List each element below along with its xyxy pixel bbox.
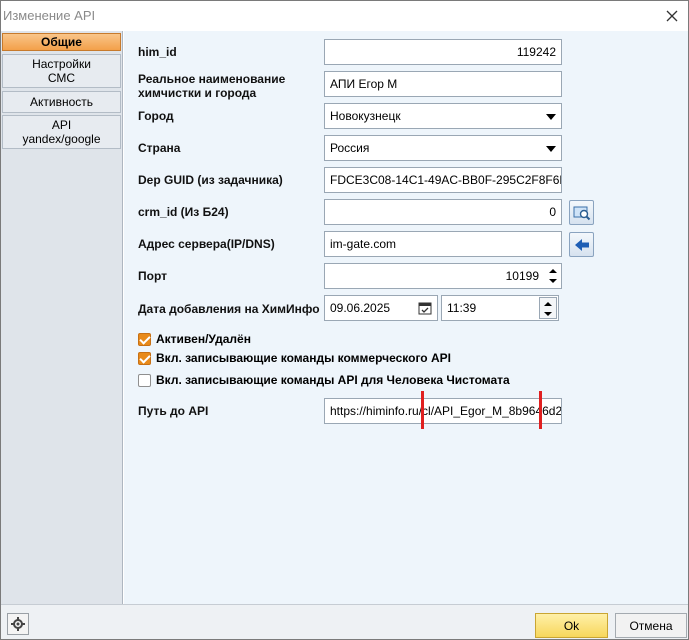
sidebar-item-general[interactable]: Общие bbox=[2, 33, 121, 51]
real-name-input[interactable]: АПИ Егор М bbox=[324, 71, 562, 97]
real-name-label: Реальное наименование химчистки и города bbox=[138, 72, 286, 100]
server-action-button[interactable] bbox=[569, 232, 594, 257]
active-deleted-checkbox[interactable]: Активен/Удалён bbox=[138, 332, 251, 346]
person-api-label: Вкл. записывающие команды API для Челове… bbox=[156, 373, 510, 387]
sidebar-item-activity[interactable]: Активность bbox=[2, 91, 121, 113]
date-value: 09.06.2025 bbox=[330, 301, 391, 315]
chevron-down-icon bbox=[546, 146, 556, 152]
settings-icon bbox=[11, 617, 25, 631]
city-value: Новокузнецк bbox=[330, 109, 401, 123]
sidebar-item-sms-settings[interactable]: Настройки СМС bbox=[2, 54, 121, 88]
country-value: Россия bbox=[330, 141, 370, 155]
port-spinner[interactable] bbox=[546, 265, 560, 287]
time-input[interactable]: 11:39 bbox=[441, 295, 559, 321]
port-label: Порт bbox=[138, 269, 168, 283]
port-value: 10199 bbox=[505, 269, 539, 283]
spin-up-icon bbox=[549, 269, 557, 273]
close-icon bbox=[666, 10, 678, 22]
search-card-icon bbox=[573, 206, 590, 220]
title-bar: Изменение API bbox=[1, 1, 688, 31]
spin-up-icon bbox=[544, 302, 552, 306]
time-spinner[interactable] bbox=[539, 297, 557, 319]
highlight-marker-right bbox=[539, 391, 542, 429]
crm-id-input[interactable]: 0 bbox=[324, 199, 562, 225]
commercial-api-checkbox[interactable]: Вкл. записывающие команды коммерческого … bbox=[138, 351, 451, 365]
dep-guid-input[interactable]: FDCE3C08-14C1-49AC-BB0F-295C2F8F6EAC bbox=[324, 167, 562, 193]
him-id-input[interactable]: 119242 bbox=[324, 39, 562, 65]
highlight-marker-left bbox=[421, 391, 424, 429]
api-path-input[interactable]: https://himinfo.ru/cl/API_Egor_M_8b9646d… bbox=[324, 398, 562, 424]
spin-down-icon bbox=[544, 312, 552, 316]
api-path-label: Путь до API bbox=[138, 404, 209, 418]
spin-down-icon bbox=[549, 279, 557, 283]
time-value: 11:39 bbox=[447, 301, 477, 315]
date-input[interactable]: 09.06.2025 bbox=[324, 295, 438, 321]
arrow-left-icon bbox=[574, 238, 589, 251]
dep-guid-label: Dep GUID (из задачника) bbox=[138, 173, 283, 187]
country-select[interactable]: Россия bbox=[324, 135, 562, 161]
city-label: Город bbox=[138, 109, 174, 123]
calendar-icon[interactable] bbox=[418, 301, 432, 315]
commercial-api-label: Вкл. записывающие команды коммерческого … bbox=[156, 351, 451, 365]
cancel-button[interactable]: Отмена bbox=[615, 613, 687, 638]
close-button[interactable] bbox=[660, 4, 684, 28]
settings-button[interactable] bbox=[7, 613, 29, 635]
sidebar: Общие Настройки СМС Активность API yande… bbox=[1, 31, 123, 604]
server-label: Адрес сервера(IP/DNS) bbox=[138, 237, 275, 251]
ok-button[interactable]: Ok bbox=[535, 613, 608, 638]
crm-lookup-button[interactable] bbox=[569, 200, 594, 225]
chevron-down-icon bbox=[546, 114, 556, 120]
checkbox-checked-icon[interactable] bbox=[138, 351, 151, 365]
active-deleted-label: Активен/Удалён bbox=[156, 332, 251, 346]
checkbox-checked-icon[interactable] bbox=[138, 332, 151, 346]
dialog-footer: Ok Отмена bbox=[1, 604, 688, 639]
him-id-label: him_id bbox=[138, 45, 177, 59]
checkbox-unchecked-icon[interactable] bbox=[138, 373, 151, 387]
port-input[interactable]: 10199 bbox=[324, 263, 562, 289]
window-title: Изменение API bbox=[3, 8, 96, 23]
country-label: Страна bbox=[138, 141, 181, 155]
date-added-label: Дата добавления на ХимИнфо bbox=[138, 302, 320, 316]
city-select[interactable]: Новокузнецк bbox=[324, 103, 562, 129]
sidebar-item-api-yandex-google[interactable]: API yandex/google bbox=[2, 115, 121, 149]
person-api-checkbox[interactable]: Вкл. записывающие команды API для Челове… bbox=[138, 373, 510, 387]
crm-id-label: crm_id (Из Б24) bbox=[138, 205, 229, 219]
dialog-window: Изменение API Общие Настройки СМС Активн… bbox=[0, 0, 689, 640]
server-input[interactable]: im-gate.com bbox=[324, 231, 562, 257]
